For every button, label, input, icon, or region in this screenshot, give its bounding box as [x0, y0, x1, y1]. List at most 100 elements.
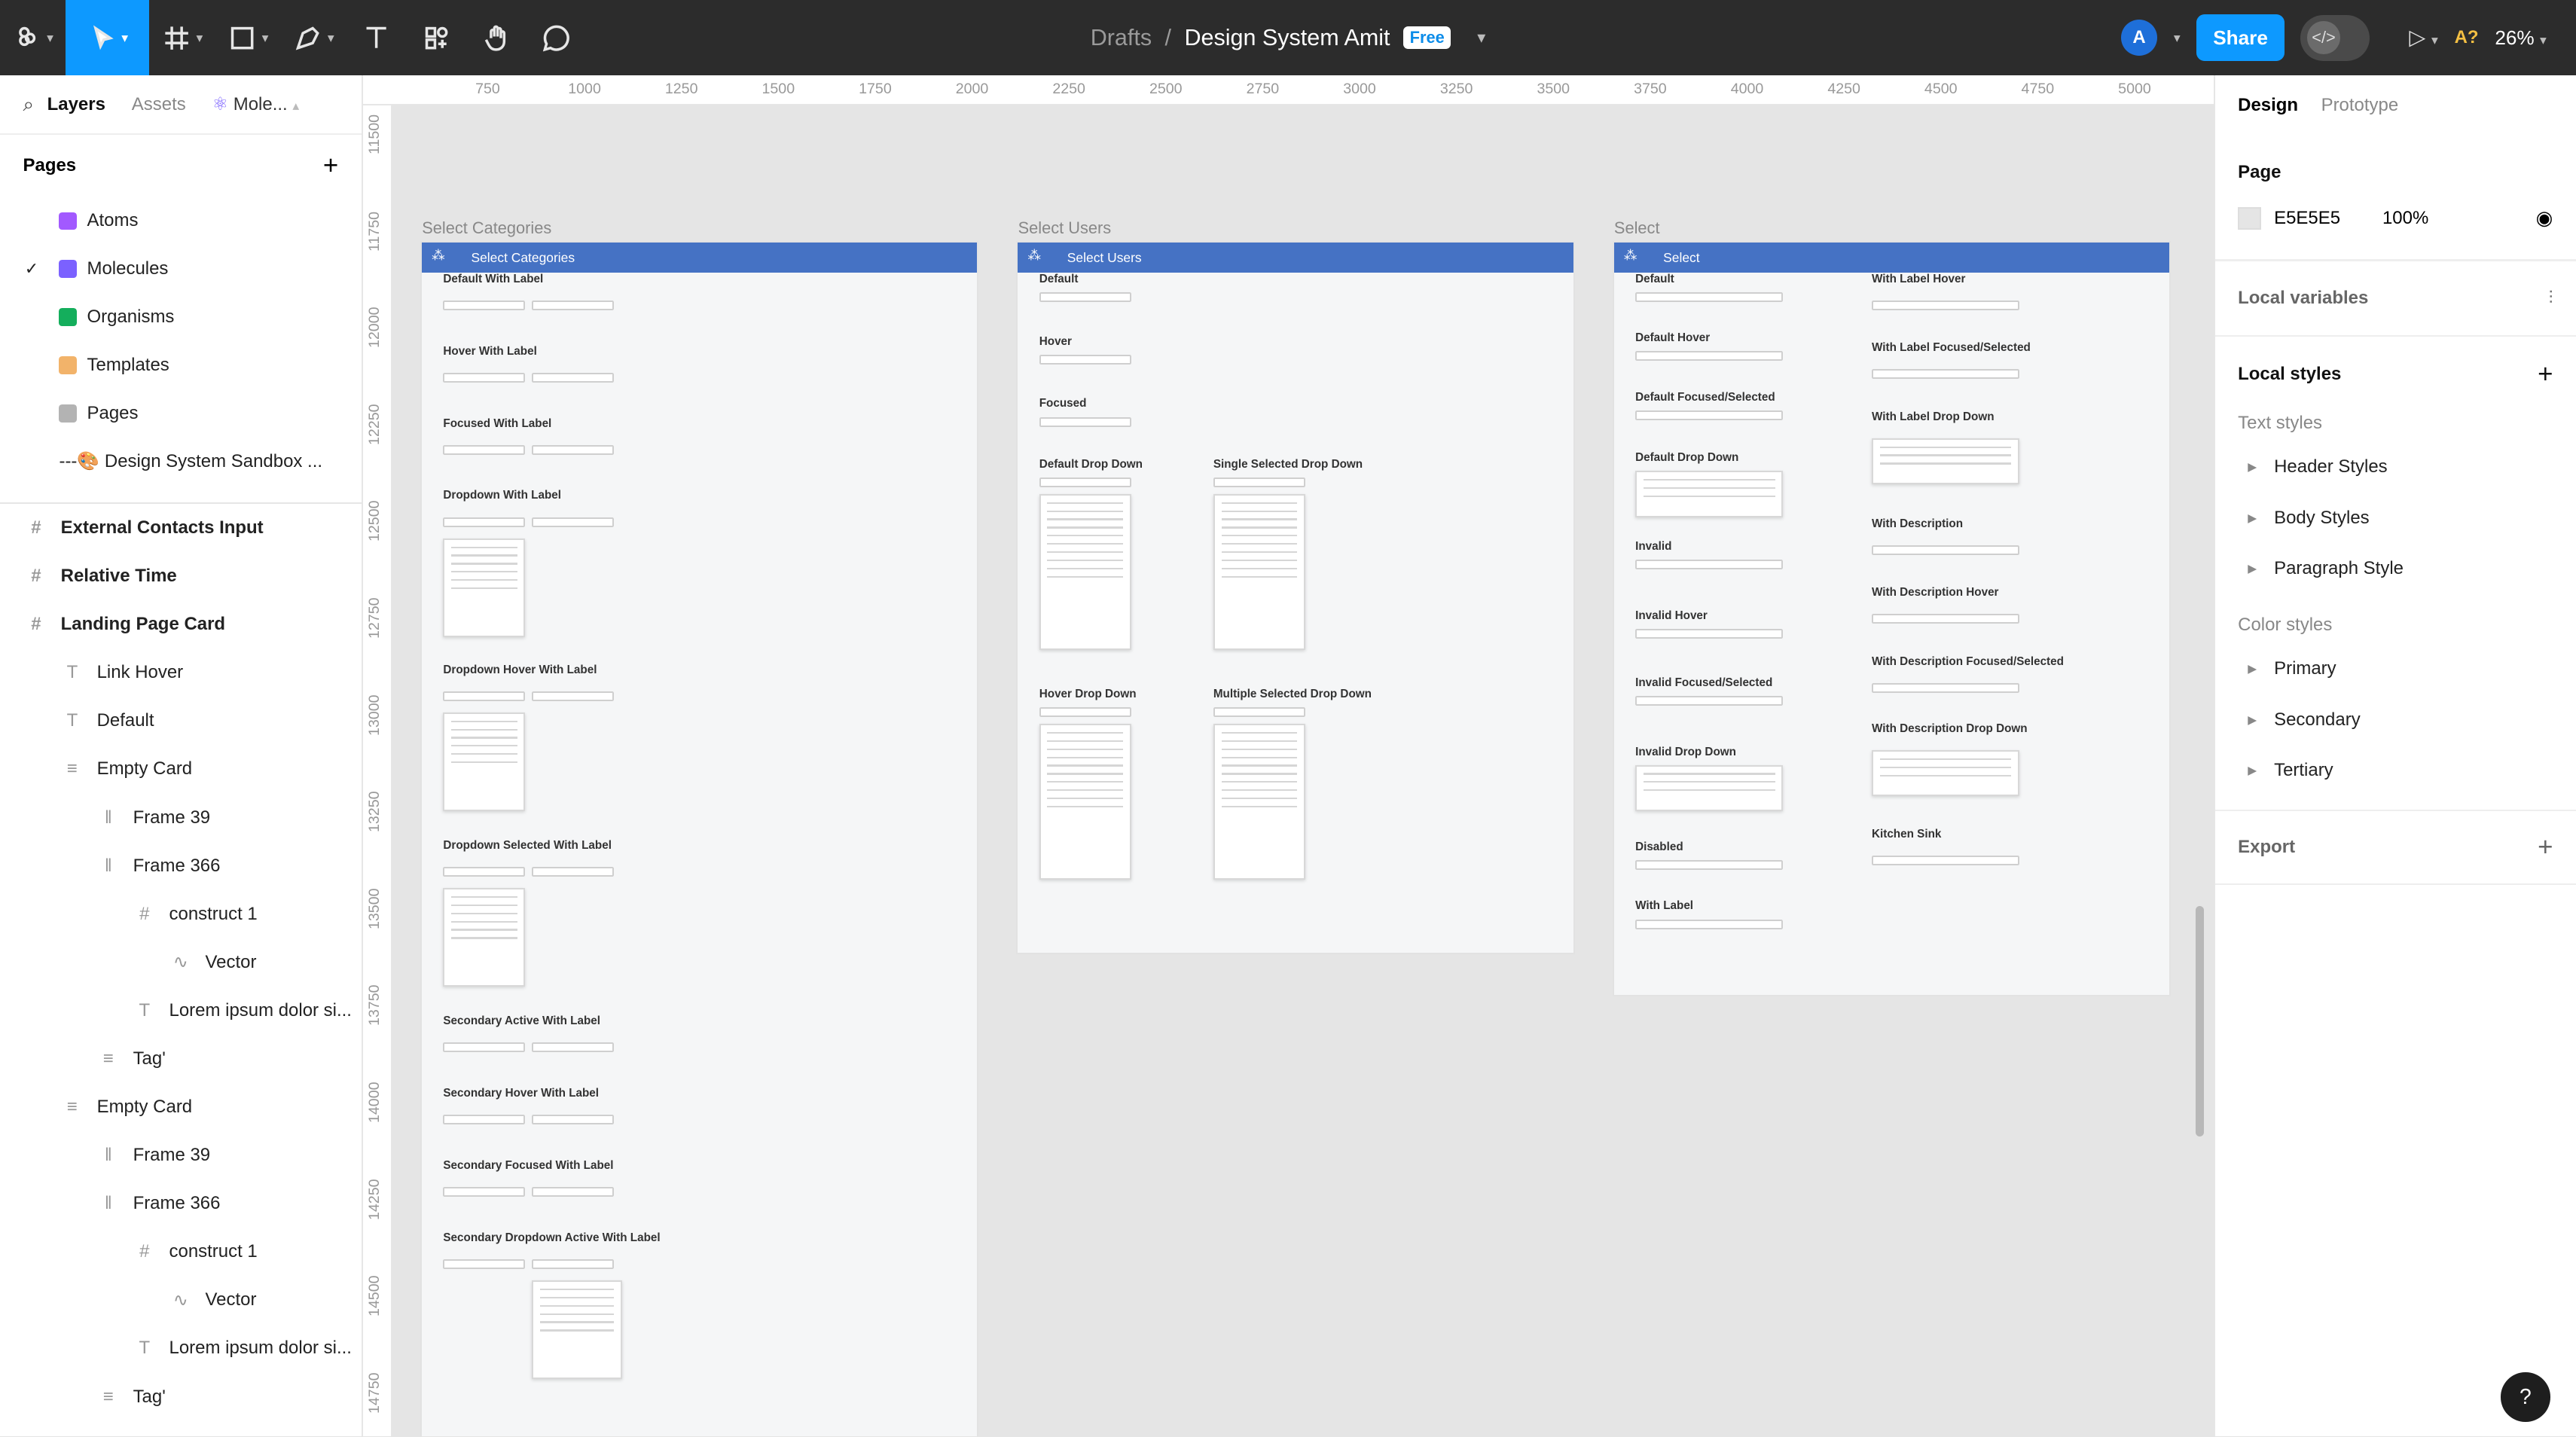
dropdown-preview[interactable]	[1872, 438, 2020, 484]
component-section-label[interactable]: Secondary Focused With Label	[443, 1159, 613, 1172]
local-variables-row[interactable]: Local variables ⫶	[2215, 261, 2576, 335]
component-section-label[interactable]: Default Hover	[1635, 331, 1710, 344]
select-preview[interactable]	[1039, 707, 1131, 718]
layer-row[interactable]: # construct 1	[0, 890, 362, 938]
expand-triangle-icon[interactable]: ▶	[2238, 460, 2274, 474]
page-color-value[interactable]: E5E5E5	[2274, 208, 2382, 229]
file-name[interactable]: Design System Amit	[1184, 25, 1390, 51]
select-preview[interactable]	[532, 300, 615, 310]
layer-row[interactable]: ‖ Frame 39	[0, 794, 362, 842]
pen-tool-button[interactable]: ▾	[281, 0, 346, 75]
select-preview[interactable]	[443, 866, 526, 877]
page-color-swatch[interactable]	[2238, 206, 2261, 230]
hand-tool-button[interactable]	[468, 0, 526, 75]
select-preview[interactable]	[1039, 354, 1131, 365]
text-style-item[interactable]: ▶ Body Styles	[2238, 493, 2553, 544]
color-style-item[interactable]: ▶ Tertiary	[2238, 746, 2553, 797]
component-section-label[interactable]: Multiple Selected Drop Down	[1213, 688, 1372, 700]
frame-label[interactable]: Select Users	[1018, 218, 1112, 238]
page-item[interactable]: Organisms	[0, 293, 362, 341]
dropdown-preview[interactable]	[532, 1280, 622, 1379]
select-preview[interactable]	[1872, 545, 2020, 555]
component-section-label[interactable]: Dropdown Selected With Label	[443, 839, 612, 852]
component-section-label[interactable]: With Description Drop Down	[1872, 722, 2028, 735]
visibility-eye-icon[interactable]: ◉	[2536, 206, 2553, 230]
search-icon[interactable]: ⌕	[23, 93, 35, 117]
layer-row[interactable]: ‖ Frame 366	[0, 1179, 362, 1228]
component-section-label[interactable]: With Description Focused/Selected	[1872, 655, 2064, 668]
variables-sliders-icon[interactable]: ⫶	[2548, 288, 2553, 309]
select-preview[interactable]	[443, 300, 526, 310]
component-section-label[interactable]: Default	[1635, 273, 1674, 285]
component-section-label[interactable]: Focused	[1039, 397, 1087, 410]
frame-tool-button[interactable]: ▾	[149, 0, 215, 75]
expand-triangle-icon[interactable]: ▶	[2238, 511, 2274, 525]
dropdown-preview[interactable]	[1635, 764, 1784, 811]
frame-label[interactable]: Select	[1614, 218, 1660, 238]
select-preview[interactable]	[532, 691, 615, 701]
select-preview[interactable]	[532, 372, 615, 383]
layer-row[interactable]: ≡ Empty Card	[0, 745, 362, 793]
component-section-label[interactable]: Invalid Hover	[1635, 609, 1708, 622]
layer-row[interactable]: # External Contacts Input	[0, 504, 362, 552]
text-tool-button[interactable]	[346, 0, 405, 75]
plan-badge[interactable]: Free	[1402, 26, 1451, 50]
dropdown-preview[interactable]	[1039, 493, 1131, 651]
file-menu-chevron-icon[interactable]: ▾	[1477, 28, 1485, 47]
dropdown-preview[interactable]	[443, 888, 526, 987]
page-opacity-value[interactable]: 100%	[2382, 208, 2428, 229]
canvas[interactable]: Select Categories ⁂ Select Categories Def…	[392, 105, 2214, 1437]
component-section-label[interactable]: Secondary Dropdown Active With Label	[443, 1231, 660, 1244]
component-section-label[interactable]: Default Drop Down	[1039, 458, 1143, 471]
component-section-label[interactable]: Hover Drop Down	[1039, 688, 1137, 700]
component-section-label[interactable]: With Description Hover	[1872, 586, 1998, 599]
component-section-label[interactable]: Invalid Drop Down	[1635, 746, 1736, 758]
move-tool-button[interactable]: ▾	[66, 0, 150, 76]
frame-select-users[interactable]: ⁂ Select Users Default Hover Focused Default…	[1016, 241, 1575, 954]
select-preview[interactable]	[443, 1259, 526, 1269]
select-preview[interactable]	[1872, 300, 2020, 310]
share-button[interactable]: Share	[2196, 14, 2285, 61]
select-preview[interactable]	[1872, 682, 2020, 693]
tab-design[interactable]: Design	[2238, 95, 2298, 116]
text-style-item[interactable]: ▶ Header Styles	[2238, 441, 2553, 493]
page-item[interactable]: ---🎨 Design System Sandbox ...	[0, 438, 362, 486]
component-section-label[interactable]: Secondary Hover With Label	[443, 1087, 599, 1100]
dropdown-preview[interactable]	[1872, 750, 2020, 797]
select-preview[interactable]	[1039, 477, 1131, 488]
select-preview[interactable]	[443, 1115, 526, 1125]
color-style-item[interactable]: ▶ Secondary	[2238, 694, 2553, 746]
component-section-label[interactable]: Dropdown With Label	[443, 489, 561, 502]
page-switcher[interactable]: ⚛ Mole... ▴	[212, 93, 300, 115]
shape-tool-button[interactable]: ▾	[215, 0, 281, 75]
file-parent-link[interactable]: Drafts	[1091, 25, 1152, 51]
component-section-label[interactable]: Invalid Focused/Selected	[1635, 676, 1772, 689]
select-preview[interactable]	[443, 372, 526, 383]
tab-layers[interactable]: Layers	[47, 94, 105, 115]
layer-row[interactable]: ‖ Frame 366	[0, 842, 362, 890]
dropdown-preview[interactable]	[1635, 471, 1784, 517]
select-preview[interactable]	[1872, 614, 2020, 624]
select-preview[interactable]	[1872, 855, 2020, 865]
add-style-icon[interactable]: +	[2538, 359, 2553, 389]
page-item[interactable]: ✓ Molecules	[0, 245, 362, 293]
component-section-label[interactable]: Invalid	[1635, 540, 1671, 553]
layer-row[interactable]: ∿ Vector	[0, 938, 362, 987]
canvas-scrollbar[interactable]	[2195, 906, 2204, 1136]
component-section-label[interactable]: Default Focused/Selected	[1635, 391, 1775, 404]
dropdown-preview[interactable]	[443, 712, 526, 811]
add-page-icon[interactable]: +	[323, 151, 338, 181]
select-preview[interactable]	[1635, 696, 1784, 706]
select-preview[interactable]	[443, 444, 526, 455]
layer-row[interactable]: ≡ Tag'	[0, 1035, 362, 1083]
select-preview[interactable]	[1039, 291, 1131, 302]
select-preview[interactable]	[443, 691, 526, 701]
dropdown-preview[interactable]	[1213, 493, 1305, 651]
select-preview[interactable]	[443, 517, 526, 527]
multiplayer-chevron-icon[interactable]: ▾	[2174, 30, 2181, 46]
font-warning-button[interactable]: A?	[2455, 27, 2479, 48]
component-section-label[interactable]: With Label Hover	[1872, 273, 1965, 285]
expand-triangle-icon[interactable]: ▶	[2238, 662, 2274, 676]
layer-row[interactable]: ∿ Vector	[0, 1276, 362, 1324]
layer-row[interactable]: # Relative Time	[0, 552, 362, 600]
